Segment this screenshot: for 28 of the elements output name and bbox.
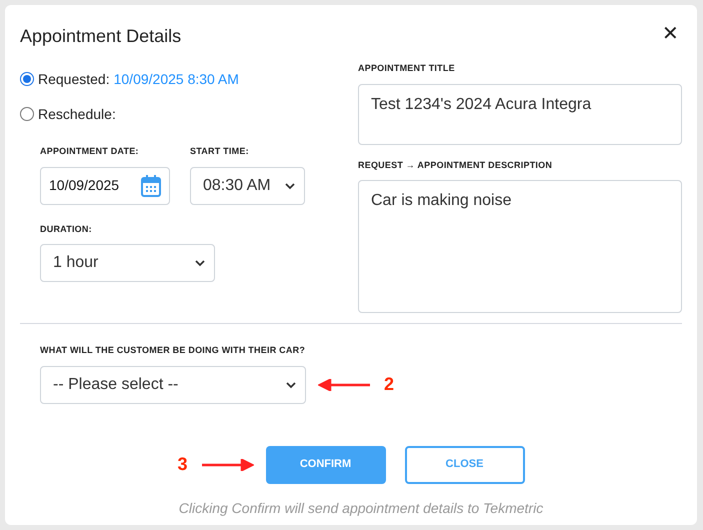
requested-datetime: 10/09/2025 8:30 AM (114, 70, 239, 88)
left-arrow-icon (318, 378, 372, 390)
field-label: REQUEST → APPOINTMENT DESCRIPTION (358, 158, 554, 172)
field-label: DURATION: (40, 222, 93, 236)
annotation-number: 2 (384, 373, 394, 396)
calendar-icon (141, 174, 161, 196)
chevron-down-icon (284, 182, 296, 190)
dialog-title: Appointment Details (20, 25, 182, 48)
chevron-down-icon (285, 380, 297, 388)
radio-label: Requested: (38, 70, 110, 89)
radio-label: Reschedule: (38, 104, 116, 124)
dropdown-select[interactable]: 08:30 AM (190, 166, 305, 204)
field-label: START TIME: (190, 145, 250, 158)
field-label: APPOINTMENT DATE: (40, 145, 140, 158)
title-field[interactable]: Test 1234's 2024 Acura Integra (358, 84, 682, 144)
dropdown-select[interactable]: 1 hour (40, 244, 215, 282)
field-label: WHAT WILL THE CUSTOMER BE DOING WITH THEIR CAR? (40, 344, 306, 357)
close-button[interactable]: ✕ (662, 24, 679, 44)
dropdown-select[interactable]: -- Please select -- (40, 366, 306, 404)
date-field[interactable]: 10/09/2025 (40, 166, 170, 204)
right-arrow-icon (200, 458, 254, 470)
radio-button[interactable] (20, 72, 34, 86)
footer-note: Clicking Confirm will send appointment details to Tekmetric (178, 498, 544, 518)
field-label: APPOINTMENT TITLE (358, 62, 456, 75)
chevron-down-icon (194, 259, 206, 267)
radio-button[interactable] (20, 107, 34, 121)
annotation-number: 3 (177, 453, 188, 476)
description-field[interactable]: Car is making noise (358, 180, 682, 313)
